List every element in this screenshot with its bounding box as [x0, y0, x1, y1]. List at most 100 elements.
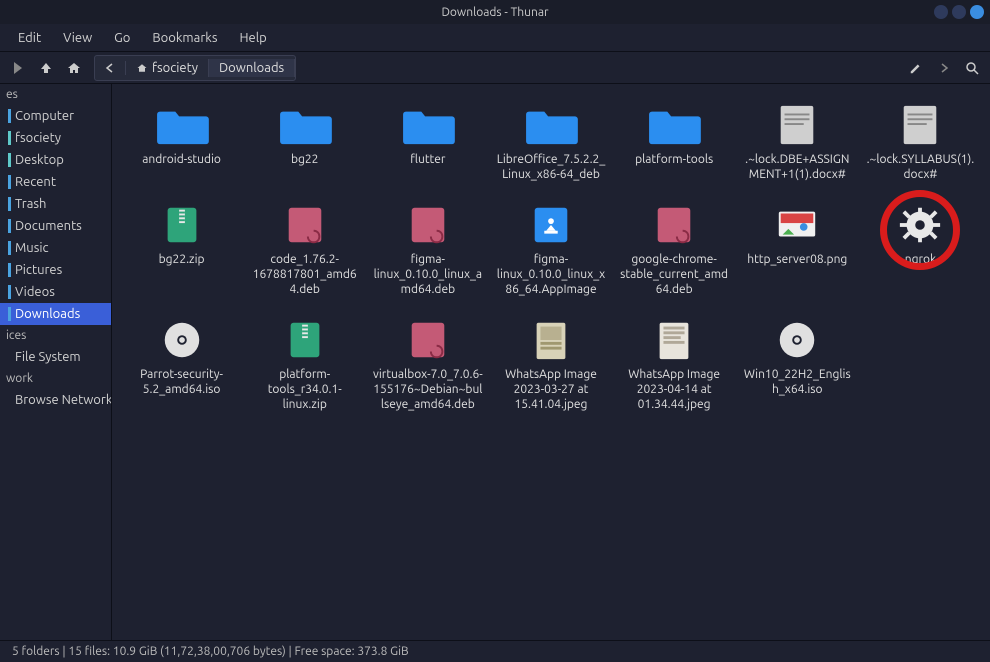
sidebar-accent: [8, 307, 11, 321]
sidebar-item-label: Videos: [15, 285, 55, 299]
file-item[interactable]: android-studio: [122, 98, 241, 186]
file-label: LibreOffice_7.5.2.2_Linux_x86-64_deb: [496, 152, 606, 182]
nav-up-button[interactable]: [34, 56, 58, 80]
edit-path-button[interactable]: [904, 56, 928, 80]
sidebar-item-downloads[interactable]: Downloads: [0, 303, 111, 325]
file-view[interactable]: android-studiobg22 flutter LibreOffice_7.5…: [112, 84, 990, 640]
sidebar-accent: [8, 109, 11, 123]
zip-icon: [154, 202, 210, 248]
file-item[interactable]: .~lock.SYLLABUS(1).docx#: [861, 98, 980, 186]
path-parent-label: fsociety: [152, 61, 198, 75]
folder-icon: [400, 102, 456, 148]
sidebar-item-label: Documents: [15, 219, 82, 233]
file-label: .~lock.SYLLABUS(1).docx#: [865, 152, 975, 182]
sidebar-item-trash[interactable]: Trash: [0, 193, 111, 215]
toolbar: fsociety Downloads: [0, 52, 990, 84]
file-item[interactable]: WhatsApp Image 2023-04-14 at 01.34.44.jp…: [615, 313, 734, 416]
sidebar-accent: [8, 131, 11, 145]
path-segment-home[interactable]: fsociety: [126, 59, 209, 77]
sidebar-item-label: Desktop: [15, 153, 64, 167]
jpeg1-icon: [523, 317, 579, 363]
sidebar-item-label: Downloads: [15, 307, 80, 321]
file-label: http_server08.png: [747, 252, 847, 267]
doc-icon: [769, 102, 825, 148]
window-maximize-button[interactable]: [952, 5, 966, 19]
file-item[interactable]: WhatsApp Image 2023-03-27 at 15.41.04.jp…: [491, 313, 610, 416]
sidebar-item-label: Recent: [15, 175, 56, 189]
file-item[interactable]: Win10_22H2_English_x64.iso: [738, 313, 857, 416]
sidebar-item-computer[interactable]: Computer: [0, 105, 111, 127]
file-item[interactable]: ngrok: [861, 198, 980, 301]
file-label: figma-linux_0.10.0_linux_x86_64.AppImage: [496, 252, 606, 297]
file-item[interactable]: LibreOffice_7.5.2.2_Linux_x86-64_deb: [491, 98, 610, 186]
sidebar-item-documents[interactable]: Documents: [0, 215, 111, 237]
file-label: platform-tools_r34.0.1-linux.zip: [250, 367, 360, 412]
sidebar-item-file-system[interactable]: File System: [0, 346, 111, 368]
search-button[interactable]: [960, 56, 984, 80]
file-item[interactable]: Parrot-security-5.2_amd64.iso: [122, 313, 241, 416]
file-label: flutter: [410, 152, 445, 167]
exec-icon: [892, 202, 948, 248]
file-label: ngrok: [905, 252, 936, 267]
file-item[interactable]: platform-tools: [615, 98, 734, 186]
file-label: WhatsApp Image 2023-04-14 at 01.34.44.jp…: [619, 367, 729, 412]
sidebar-item-browse-network[interactable]: Browse Network: [0, 389, 111, 411]
nav-forward-button[interactable]: [6, 56, 30, 80]
file-label: google-chrome-stable_current_amd64.deb: [619, 252, 729, 297]
file-label: virtualbox-7.0_7.0.6-155176~Debian~bulls…: [373, 367, 483, 412]
file-item[interactable]: figma-linux_0.10.0_linux_amd64.deb: [368, 198, 487, 301]
file-item[interactable]: code_1.76.2-1678817801_amd64.deb: [245, 198, 364, 301]
file-label: Parrot-security-5.2_amd64.iso: [127, 367, 237, 397]
iso-icon: [154, 317, 210, 363]
file-item[interactable]: bg22: [245, 98, 364, 186]
sidebar: es Computer fsociety Desktop Recent Trash Doc…: [0, 84, 112, 640]
path-segment-current[interactable]: Downloads: [209, 59, 295, 77]
sidebar-item-music[interactable]: Music: [0, 237, 111, 259]
sidebar-accent: [8, 219, 11, 233]
menu-edit[interactable]: Edit: [8, 27, 51, 49]
window-minimize-button[interactable]: [934, 5, 948, 19]
appimage-icon: [523, 202, 579, 248]
folder-icon: [523, 102, 579, 148]
sidebar-accent: [8, 153, 11, 167]
file-item[interactable]: virtualbox-7.0_7.0.6-155176~Debian~bulls…: [368, 313, 487, 416]
menu-bookmarks[interactable]: Bookmarks: [142, 27, 227, 49]
sidebar-item-label: Pictures: [15, 263, 62, 277]
sidebar-item-desktop[interactable]: Desktop: [0, 149, 111, 171]
file-item[interactable]: http_server08.png: [738, 198, 857, 301]
file-item[interactable]: .~lock.DBE+ASSIGNMENT+1(1).docx#: [738, 98, 857, 186]
file-item[interactable]: google-chrome-stable_current_amd64.deb: [615, 198, 734, 301]
menu-view[interactable]: View: [53, 27, 102, 49]
png-icon: [769, 202, 825, 248]
sidebar-places-header: es: [0, 84, 111, 105]
sidebar-item-fsociety[interactable]: fsociety: [0, 127, 111, 149]
zip-icon: [277, 317, 333, 363]
file-item[interactable]: flutter: [368, 98, 487, 186]
menu-go[interactable]: Go: [104, 27, 140, 49]
sidebar-accent: [8, 350, 11, 364]
nav-home-button[interactable]: [62, 56, 86, 80]
pathbar: fsociety Downloads: [94, 55, 296, 81]
file-item[interactable]: figma-linux_0.10.0_linux_x86_64.AppImage: [491, 198, 610, 301]
folder-icon: [277, 102, 333, 148]
file-item[interactable]: platform-tools_r34.0.1-linux.zip: [245, 313, 364, 416]
iso-icon: [769, 317, 825, 363]
file-item[interactable]: bg22.zip: [122, 198, 241, 301]
titlebar: Downloads - Thunar: [0, 0, 990, 24]
window-close-button[interactable]: [970, 5, 984, 19]
menu-help[interactable]: Help: [229, 27, 276, 49]
sidebar-item-videos[interactable]: Videos: [0, 281, 111, 303]
path-back-button[interactable]: [95, 61, 126, 75]
sidebar-item-pictures[interactable]: Pictures: [0, 259, 111, 281]
sidebar-item-label: fsociety: [15, 131, 61, 145]
file-label: code_1.76.2-1678817801_amd64.deb: [250, 252, 360, 297]
jpeg2-icon: [646, 317, 702, 363]
sidebar-item-recent[interactable]: Recent: [0, 171, 111, 193]
sidebar-item-label: Computer: [15, 109, 74, 123]
sidebar-accent: [8, 241, 11, 255]
path-forward-button[interactable]: [932, 56, 956, 80]
sidebar-accent: [8, 393, 11, 407]
sidebar-item-label: File System: [15, 350, 81, 364]
sidebar-item-label: Trash: [15, 197, 46, 211]
file-label: platform-tools: [635, 152, 713, 167]
